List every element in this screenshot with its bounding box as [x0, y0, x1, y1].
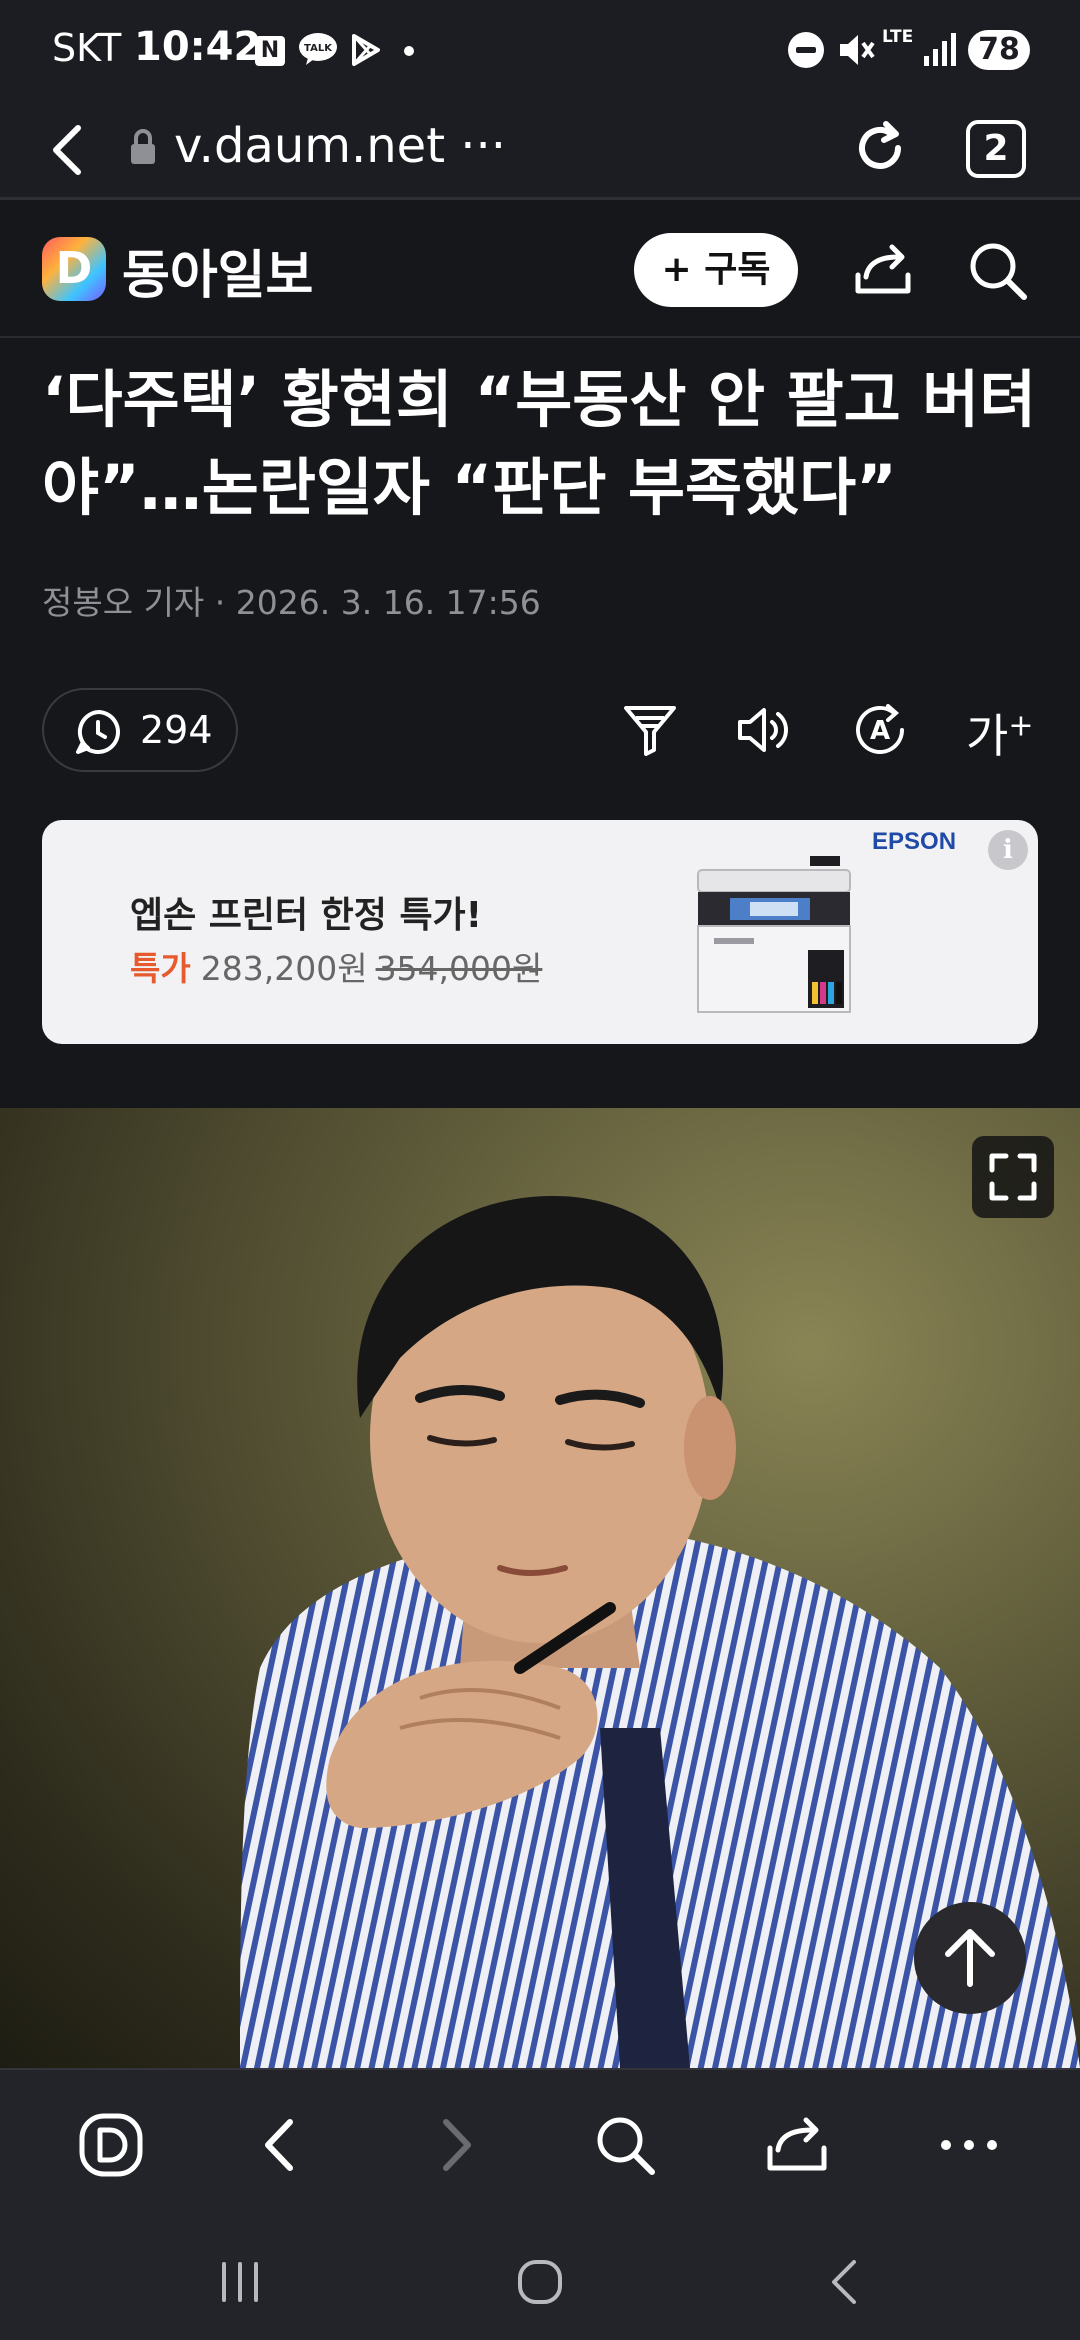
battery-indicator: 78 [968, 30, 1030, 70]
ad-brand-logo: EPSON [872, 828, 957, 855]
do-not-disturb-icon [788, 32, 824, 68]
scroll-to-top-icon[interactable] [914, 1902, 1026, 2014]
font-size-plus: + [1008, 708, 1034, 744]
font-size-icon[interactable]: 가+ [966, 700, 1033, 766]
back-icon[interactable] [814, 2252, 874, 2312]
ad-info-icon[interactable]: i [988, 830, 1028, 870]
carrier-label: SKT [52, 26, 122, 70]
n-icon: N [255, 36, 285, 66]
comments-button[interactable]: 294 [42, 688, 238, 772]
article-photo[interactable] [0, 1108, 1080, 2068]
article-photo-illustration [240, 1195, 1080, 2068]
forward-icon [443, 2119, 471, 2171]
svg-text:A: A [870, 716, 890, 746]
subscribe-button[interactable]: + 구독 [634, 233, 798, 307]
talk-icon: TALK [299, 33, 337, 65]
share-icon[interactable] [852, 241, 914, 299]
recents-icon[interactable] [210, 2252, 270, 2312]
logo-letter: D [55, 243, 93, 294]
translate-icon[interactable]: A [850, 700, 910, 760]
reload-icon[interactable] [850, 118, 910, 178]
clock: 10:42 [134, 24, 262, 70]
daum-home-icon[interactable] [76, 2110, 146, 2180]
site-header: D 동아일보 + 구독 [0, 203, 1080, 338]
search-icon[interactable] [966, 239, 1030, 303]
ad-price-row: 특가 283,200원 354,000원 [130, 942, 542, 990]
publisher-name[interactable]: 동아일보 [122, 233, 313, 308]
back-arrow-icon[interactable] [44, 122, 94, 178]
speaker-icon[interactable] [734, 700, 794, 760]
more-notifications-dot [404, 46, 414, 56]
filter-icon[interactable] [620, 700, 680, 760]
article-title: ‘다주택’ 황현희 “부동산 안 팔고 버텨야”…논란일자 “판단 부족했다” [42, 363, 1037, 524]
status-bar: SKT 10:42 N TALK LTE 78 [0, 0, 1080, 100]
signal-icon [924, 33, 956, 66]
ad-price: 283,200원 [200, 949, 368, 988]
url-text[interactable]: v.daum.net ··· [174, 118, 506, 174]
mute-icon [840, 35, 875, 65]
share-icon[interactable] [762, 2110, 832, 2180]
browser-bottom-bar [0, 2068, 1080, 2218]
svg-text:TALK: TALK [304, 43, 333, 54]
ad-original-price: 354,000원 [375, 949, 543, 988]
back-icon[interactable] [246, 2110, 316, 2180]
font-size-label: 가 [966, 709, 1009, 763]
home-icon[interactable] [510, 2252, 570, 2312]
article-byline: 정봉오 기자 · 2026. 3. 16. 17:56 [42, 583, 541, 622]
comment-icon [76, 710, 120, 754]
fullscreen-icon[interactable] [972, 1136, 1054, 1218]
printer-image [697, 856, 851, 1013]
ad-sale-label: 특가 [130, 949, 191, 988]
play-store-icon [352, 34, 380, 66]
lock-icon[interactable] [128, 128, 158, 166]
comment-count: 294 [140, 708, 213, 752]
search-icon[interactable] [590, 2110, 660, 2180]
tabs-button[interactable]: 2 [966, 120, 1026, 178]
daum-logo[interactable]: D [42, 237, 106, 301]
browser-url-bar: v.daum.net ··· 2 [0, 100, 1080, 200]
more-icon[interactable] [934, 2110, 1004, 2180]
ad-headline: 엡손 프린터 한정 특가! [130, 895, 483, 936]
advertisement-banner[interactable]: 엡손 프린터 한정 특가! 특가 283,200원 354,000원 EPSON i [42, 820, 1038, 1044]
lte-indicator: LTE [882, 27, 914, 47]
system-navigation-bar [0, 2218, 1080, 2340]
